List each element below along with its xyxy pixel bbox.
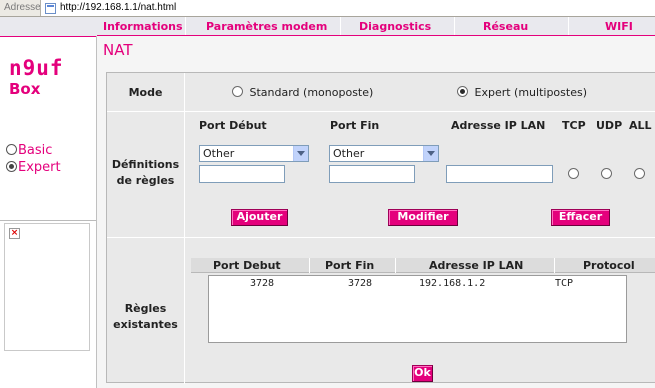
menu-separator — [185, 17, 186, 35]
menu-separator — [454, 17, 455, 35]
radio-expert-mode[interactable] — [457, 86, 468, 97]
port-start-select[interactable]: Other — [199, 145, 309, 162]
existing-rules-label-line2: existantes — [113, 318, 178, 331]
menu-item-reseau[interactable]: Réseau — [483, 20, 528, 33]
row-port-start[interactable]: 3728 — [250, 278, 274, 289]
grid-line — [107, 237, 655, 238]
protocol-all-option[interactable] — [634, 168, 645, 181]
image-placeholder: × — [4, 223, 90, 351]
mode-standard-option[interactable]: Standard (monoposte) — [232, 86, 373, 99]
column-port-end: Port Fin — [325, 259, 375, 272]
divider — [0, 36, 97, 37]
radio-expert[interactable] — [6, 161, 17, 172]
radio-all[interactable] — [634, 168, 645, 179]
top-menu: Informations Paramètres modem Diagnostic… — [97, 17, 655, 36]
address-bar: Adresse http://192.168.1.1/nat.html — [0, 0, 655, 17]
port-end-input[interactable] — [329, 165, 415, 183]
column-separator — [395, 258, 396, 273]
existing-rules-label-line1: Règles — [124, 302, 167, 315]
sidebar-mode-expert[interactable]: Expert — [6, 160, 61, 175]
port-end-select-value[interactable]: Other — [333, 147, 364, 160]
logo-box: Box — [9, 80, 41, 98]
url-text[interactable]: http://192.168.1.1/nat.html — [60, 2, 176, 13]
menu-separator — [340, 17, 341, 35]
header-port-end: Port Fin — [330, 119, 380, 132]
menu-item-diagnostics[interactable]: Diagnostics — [359, 20, 431, 33]
left-panel: n9uf Box Basic Expert × — [0, 17, 97, 388]
grid-line — [184, 73, 185, 384]
header-all: ALL — [629, 119, 652, 132]
menu-item-informations[interactable]: Informations — [103, 20, 183, 33]
page-title: NAT — [103, 41, 133, 59]
main-content: NAT Mode Standard (monoposte) Expert (mu… — [97, 36, 655, 388]
mode-expert-option[interactable]: Expert (multipostes) — [457, 86, 587, 99]
sidebar-mode-basic[interactable]: Basic — [6, 143, 52, 158]
existing-rules-label: Règles existantes — [107, 301, 184, 333]
column-protocol: Protocol — [583, 259, 635, 272]
protocol-udp-option[interactable] — [601, 168, 612, 181]
column-ip: Adresse IP LAN — [429, 259, 524, 272]
grid-line — [107, 111, 655, 112]
port-end-select[interactable]: Other — [329, 145, 439, 162]
mode-standard-label[interactable]: Standard (monoposte) — [250, 86, 374, 99]
ok-button[interactable]: Ok — [412, 365, 433, 382]
header-tcp: TCP — [562, 119, 586, 132]
column-port-start: Port Debut — [213, 259, 281, 272]
rule-definitions-label-line1: Définitions — [111, 158, 180, 171]
header-ip: Adresse IP LAN — [451, 119, 546, 132]
column-separator — [309, 258, 310, 273]
protocol-tcp-option[interactable] — [568, 168, 579, 181]
rule-definitions-label: Définitions de règles — [107, 157, 184, 189]
address-field[interactable]: http://192.168.1.1/nat.html — [40, 0, 655, 16]
sidebar-mode-expert-label[interactable]: Expert — [18, 160, 61, 175]
chevron-down-icon[interactable] — [423, 146, 438, 161]
existing-rules-list[interactable]: 3728 3728 192.168.1.2 TCP — [208, 275, 627, 343]
divider — [0, 220, 97, 221]
radio-standard[interactable] — [232, 86, 243, 97]
ip-input[interactable] — [446, 165, 553, 183]
header-port-start: Port Début — [199, 119, 267, 132]
rule-definitions-label-line2: de règles — [116, 174, 175, 187]
logo-neuf: n9uf — [9, 56, 64, 80]
port-start-select-value[interactable]: Other — [203, 147, 234, 160]
menu-item-wifi[interactable]: WIFI — [605, 20, 633, 33]
delete-button[interactable]: Effacer — [551, 209, 610, 226]
chevron-down-icon[interactable] — [293, 146, 308, 161]
address-label: Adresse — [4, 2, 41, 13]
radio-basic[interactable] — [6, 144, 17, 155]
existing-rules-header: Port Debut Port Fin Adresse IP LAN Proto… — [191, 258, 655, 273]
add-button[interactable]: Ajouter — [231, 209, 288, 226]
modify-button[interactable]: Modifier — [388, 209, 458, 226]
port-start-input[interactable] — [199, 165, 285, 183]
row-ip[interactable]: 192.168.1.2 — [419, 278, 485, 289]
row-protocol[interactable]: TCP — [555, 278, 573, 289]
header-udp: UDP — [596, 119, 623, 132]
column-separator — [554, 258, 555, 273]
row-port-end[interactable]: 3728 — [348, 278, 372, 289]
left-top-strip — [0, 17, 97, 36]
radio-tcp[interactable] — [568, 168, 579, 179]
menu-item-parametres-modem[interactable]: Paramètres modem — [206, 20, 327, 33]
mode-label: Mode — [128, 86, 163, 99]
page-icon — [45, 3, 56, 14]
mode-expert-label[interactable]: Expert (multipostes) — [475, 86, 588, 99]
sidebar-mode-basic-label[interactable]: Basic — [18, 143, 52, 158]
menu-separator — [568, 17, 569, 35]
broken-image-icon: × — [9, 228, 20, 239]
radio-udp[interactable] — [601, 168, 612, 179]
